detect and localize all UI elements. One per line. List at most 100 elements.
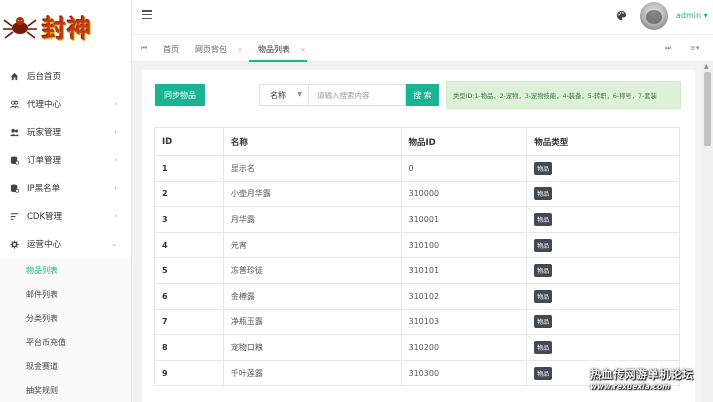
gear-icon xyxy=(9,239,19,249)
cell-name: 千叶莲露 xyxy=(222,360,401,387)
submenu-item-cash-track[interactable]: 现金赛道 xyxy=(0,354,131,378)
user-menu[interactable]: admin ▾ xyxy=(676,11,708,20)
submenu-item-category-list[interactable]: 分类列表 xyxy=(0,306,131,330)
sidebar-item-home[interactable]: 后台首页 xyxy=(0,62,131,90)
type-badge: 物品 xyxy=(534,289,553,303)
sidebar-item-label: 运营中心 xyxy=(27,240,62,250)
table-row[interactable]: 5 冻普珍徒 310101 物品 xyxy=(154,257,680,284)
operations-submenu: 物品列表 邮件列表 分类列表 平台币充值 现金赛道 抽奖规则 xyxy=(0,258,131,402)
cell-item-id: 310100 xyxy=(400,232,527,259)
cell-item-id: 310000 xyxy=(400,181,527,208)
sidebar: 封神 后台首页 代理中心 › 玩家管理 › 订单管理 › IP黑名单 › CDK… xyxy=(0,0,132,402)
scroll-thumb[interactable] xyxy=(704,72,711,146)
chevron-right-icon: › xyxy=(114,100,117,108)
chevron-right-icon: › xyxy=(114,184,117,192)
sidebar-item-label: IP黑名单 xyxy=(27,184,61,194)
type-badge: 物品 xyxy=(534,187,553,201)
submenu-item-lottery-rules[interactable]: 抽奖规则 xyxy=(0,378,131,402)
sidebar-item-label: 订单管理 xyxy=(27,156,62,166)
caret-down-icon: ▼ xyxy=(297,91,302,98)
item-table: ID 名称 物品ID 物品类型 1 显示名 0 物品 2 小壶月华露 31000… xyxy=(154,127,680,387)
table-row[interactable]: 6 金樽露 310102 物品 xyxy=(154,283,680,310)
table-row[interactable]: 2 小壶月华露 310000 物品 xyxy=(154,181,680,208)
menu-toggle-icon[interactable] xyxy=(142,10,152,19)
submenu-item-mail-list[interactable]: 邮件列表 xyxy=(0,282,131,306)
cell-name: 元宵 xyxy=(222,232,401,259)
logo[interactable]: 封神 xyxy=(0,0,131,52)
sidebar-item-agent-center[interactable]: 代理中心 › xyxy=(0,90,131,118)
sidebar-item-operations-center[interactable]: 运营中心 ⌄ xyxy=(0,230,131,258)
table-row[interactable]: 7 净瓶玉露 310103 物品 xyxy=(154,309,680,336)
item-list-panel: 同步物品 名称 ▼ 请输入搜索内容 搜 索 类型ID:1-物品，2-宠物，3-宠… xyxy=(142,70,695,402)
sidebar-item-ip-blacklist[interactable]: IP黑名单 › xyxy=(0,174,131,202)
tab-item-list[interactable]: 物品列表 × xyxy=(258,44,306,55)
type-badge: 物品 xyxy=(534,366,553,380)
cell-id: 4 xyxy=(154,232,224,259)
cell-name: 宠物口粮 xyxy=(222,334,401,361)
cell-id: 1 xyxy=(154,155,224,182)
user-group-icon xyxy=(9,127,19,137)
submenu-item-item-list[interactable]: 物品列表 xyxy=(0,258,131,282)
sidebar-item-cdk-management[interactable]: CDK管理 › xyxy=(0,202,131,230)
cell-id: 8 xyxy=(154,334,224,361)
close-icon[interactable]: × xyxy=(300,46,306,54)
sidebar-item-player-management[interactable]: 玩家管理 › xyxy=(0,118,131,146)
table-row[interactable]: 4 元宵 310100 物品 xyxy=(154,232,680,259)
cell-name: 显示名 xyxy=(222,155,401,182)
cell-item-id: 0 xyxy=(400,155,527,182)
tabs-menu-icon[interactable]: ≡▾ xyxy=(690,44,699,52)
users-icon xyxy=(9,99,19,109)
column-header-name[interactable]: 名称 xyxy=(222,127,401,156)
active-tab-indicator xyxy=(249,60,307,62)
watermark-url: www.rexuexia.com xyxy=(590,382,670,391)
cell-item-type: 物品 xyxy=(526,155,680,182)
top-header: admin ▾ xyxy=(132,0,713,34)
type-badge: 物品 xyxy=(534,238,553,252)
search-button[interactable]: 搜 索 xyxy=(406,84,439,106)
cell-id: 9 xyxy=(154,360,224,387)
close-icon[interactable]: × xyxy=(237,46,243,54)
sidebar-item-label: 代理中心 xyxy=(27,100,62,110)
sidebar-item-order-management[interactable]: 订单管理 › xyxy=(0,146,131,174)
tabs-scroll-right-icon[interactable]: ⏭ xyxy=(665,44,671,53)
page-scrollbar[interactable]: ▲ xyxy=(702,62,713,402)
sync-items-button[interactable]: 同步物品 xyxy=(155,84,205,106)
tabs-scroll-left-icon[interactable]: ⏮ xyxy=(141,44,147,53)
cell-item-id: 310001 xyxy=(400,206,527,233)
site-watermark: 热血传网游单机论坛 www.rexuexia.com xyxy=(590,366,713,391)
type-badge: 物品 xyxy=(534,264,553,278)
cell-item-type: 物品 xyxy=(526,309,680,336)
column-header-item-type[interactable]: 物品类型 xyxy=(526,127,680,156)
avatar[interactable] xyxy=(640,2,668,30)
sidebar-menu: 后台首页 代理中心 › 玩家管理 › 订单管理 › IP黑名单 › CDK管理 … xyxy=(0,62,131,402)
search-placeholder: 请输入搜索内容 xyxy=(317,90,370,100)
tab-web-backpack[interactable]: 网页背包 × xyxy=(195,44,243,55)
column-header-item-id[interactable]: 物品ID xyxy=(400,127,527,156)
cell-item-id: 310103 xyxy=(400,309,527,336)
chevron-right-icon: › xyxy=(114,212,117,220)
table-header-row: ID 名称 物品ID 物品类型 xyxy=(154,127,680,156)
caret-down-icon: ▾ xyxy=(703,11,708,20)
chevron-down-icon: ⌄ xyxy=(111,240,117,248)
table-row[interactable]: 3 月华露 310001 物品 xyxy=(154,206,680,233)
search-field-select[interactable]: 名称 ▼ xyxy=(259,84,309,106)
table-row[interactable]: 1 显示名 0 物品 xyxy=(154,155,680,182)
cell-id: 7 xyxy=(154,309,224,336)
username-label: admin xyxy=(676,11,702,20)
cell-item-type: 物品 xyxy=(526,232,680,259)
cell-item-type: 物品 xyxy=(526,206,680,233)
cell-item-id: 310101 xyxy=(400,257,527,284)
database-icon xyxy=(9,155,19,165)
cell-item-type: 物品 xyxy=(526,181,680,208)
cell-name: 月华露 xyxy=(222,206,401,233)
column-header-id[interactable]: ID xyxy=(154,127,224,156)
search-input[interactable]: 请输入搜索内容 xyxy=(309,84,406,106)
palette-icon[interactable] xyxy=(616,10,627,21)
logo-text: 封神 xyxy=(42,13,92,43)
cell-name: 金樽露 xyxy=(222,283,401,310)
cell-item-id: 310102 xyxy=(400,283,527,310)
table-row[interactable]: 8 宠物口粮 310200 物品 xyxy=(154,334,680,361)
scroll-up-icon[interactable]: ▲ xyxy=(704,63,709,70)
submenu-item-platform-coin-recharge[interactable]: 平台币充值 xyxy=(0,330,131,354)
tab-home[interactable]: 首页 xyxy=(163,44,179,55)
